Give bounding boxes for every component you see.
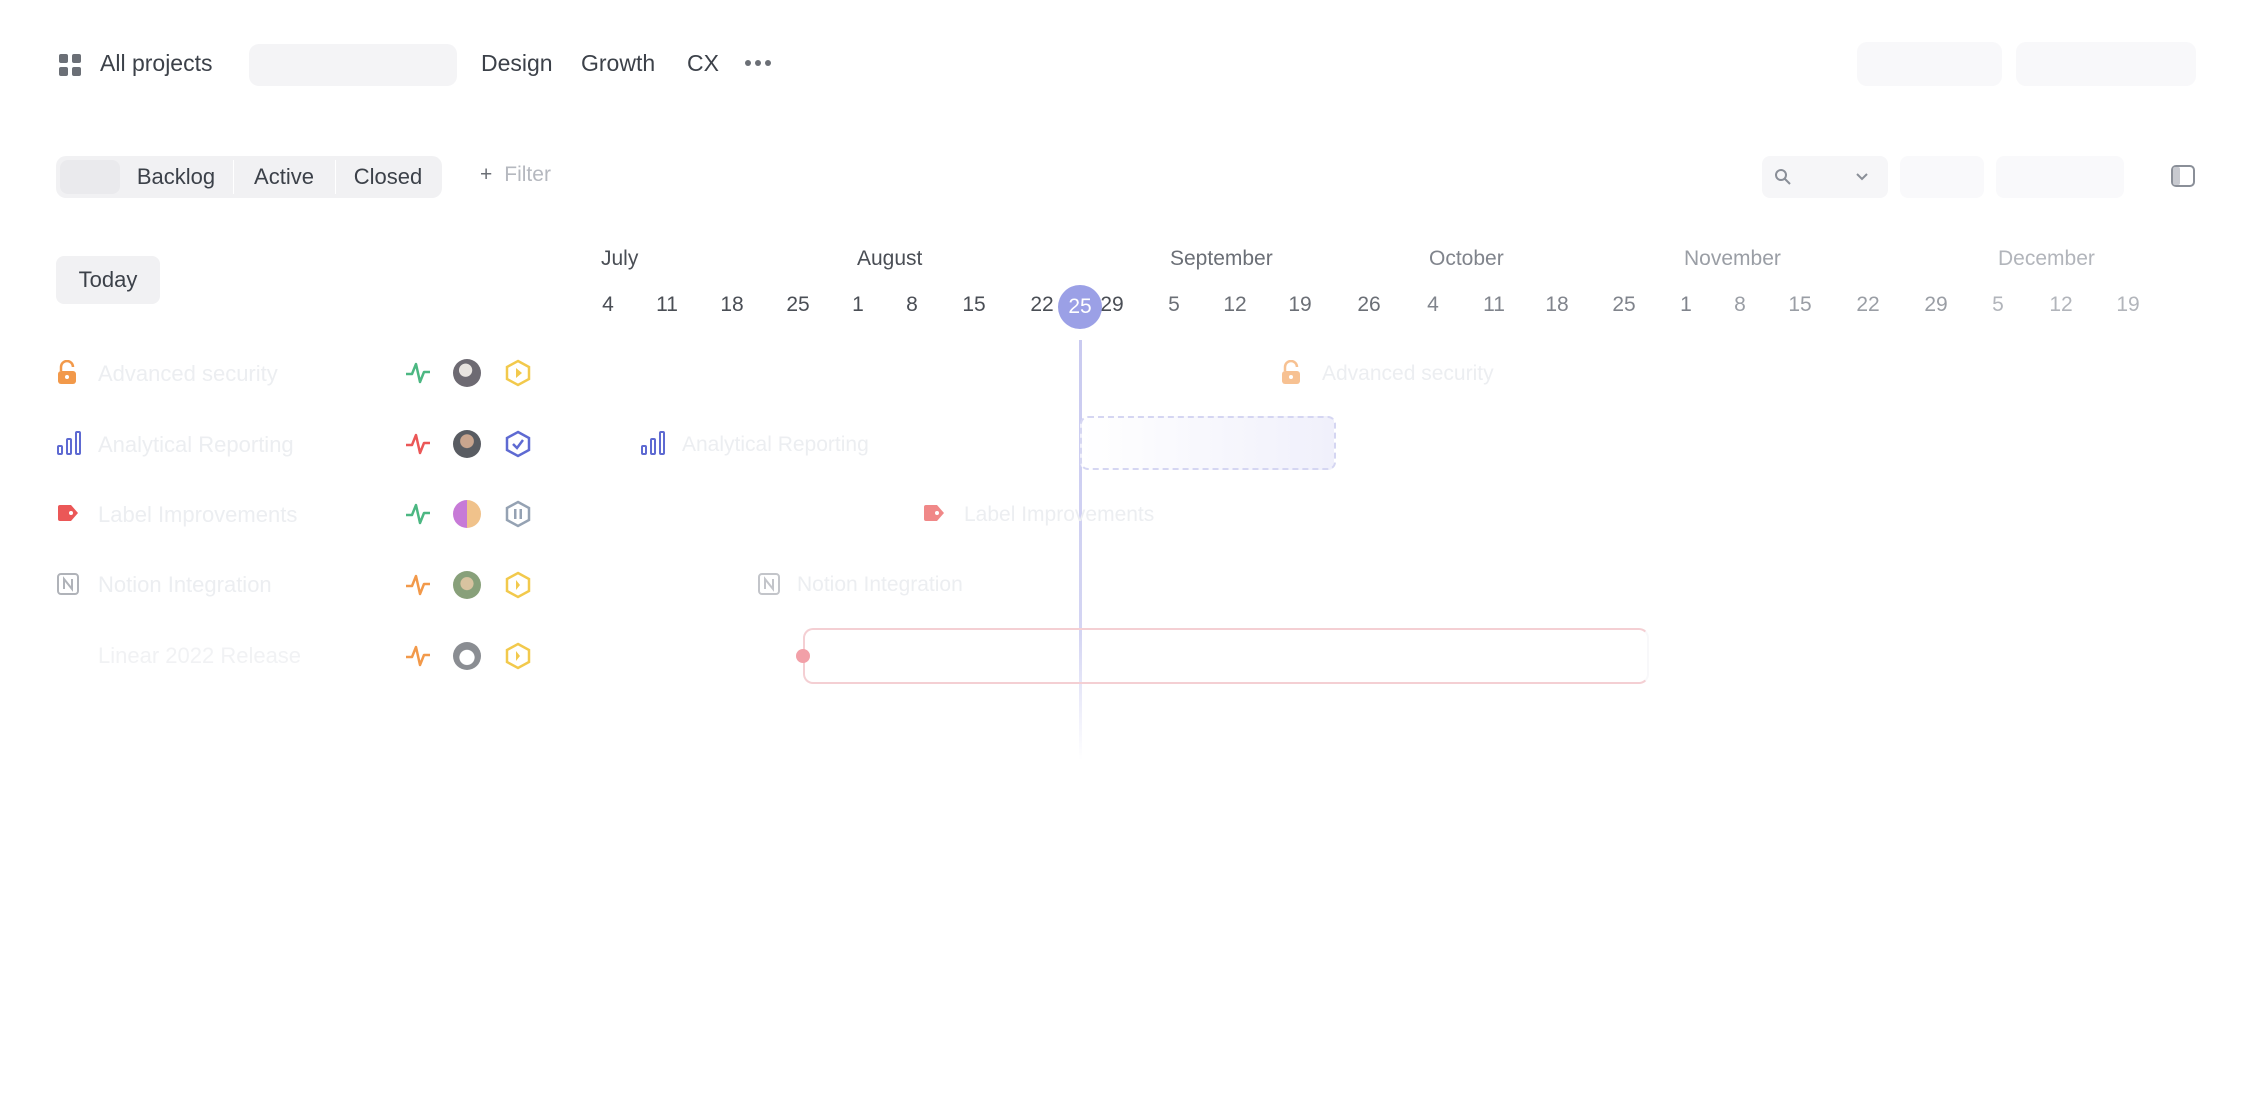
avatar[interactable]	[453, 359, 481, 387]
health-on-track-icon[interactable]	[404, 360, 432, 386]
bar-chart-icon	[641, 431, 665, 455]
today-marker: 25	[1058, 285, 1102, 329]
date-label: 25	[786, 293, 810, 316]
project-name[interactable]: Label Improvements	[98, 500, 297, 530]
month-label: September	[1170, 247, 1273, 270]
tab-growth[interactable]: Growth	[581, 48, 655, 78]
health-at-risk-icon[interactable]	[404, 572, 432, 598]
date-label: 1	[1680, 293, 1692, 316]
date-label: 11	[1483, 293, 1505, 316]
segment-backlog[interactable]: Backlog	[124, 156, 228, 198]
status-in-progress-icon[interactable]	[504, 642, 532, 670]
segment-divider	[233, 160, 234, 194]
label-icon	[924, 505, 944, 521]
filter-button[interactable]: + Filter	[480, 160, 551, 190]
search-icon	[1775, 169, 1791, 185]
timeline-project-label[interactable]: Label Improvements	[964, 500, 1154, 530]
date-label: 25	[1612, 293, 1636, 316]
view-options-button[interactable]	[1996, 156, 2124, 198]
date-label: 12	[2049, 293, 2073, 316]
date-label: 5	[1168, 293, 1180, 316]
bar-chart-icon	[57, 431, 81, 455]
status-paused-icon[interactable]	[504, 500, 532, 528]
today-button[interactable]: Today	[56, 256, 160, 304]
date-label: 1	[852, 293, 864, 316]
display-options-button[interactable]	[1900, 156, 1984, 198]
date-label: 4	[602, 293, 614, 316]
status-in-progress-icon[interactable]	[504, 359, 532, 387]
date-label: 18	[1545, 293, 1569, 316]
grid-icon	[59, 54, 81, 76]
all-projects-label: All projects	[100, 50, 213, 76]
lock-icon	[58, 360, 76, 384]
avatar[interactable]	[453, 500, 481, 528]
lock-icon	[1282, 360, 1300, 384]
date-label: 12	[1223, 293, 1247, 316]
plus-icon: +	[480, 163, 493, 186]
date-label: 11	[656, 293, 678, 316]
date-label: 5	[1992, 293, 2004, 316]
timeline-project-label[interactable]: Notion Integration	[797, 570, 963, 600]
timeline-project-label[interactable]: Analytical Reporting	[682, 430, 869, 460]
date-label: 15	[962, 293, 986, 316]
chevron-down-icon	[1856, 173, 1868, 181]
date-label: 18	[720, 293, 744, 316]
team-selector-placeholder[interactable]	[249, 44, 457, 86]
month-label: November	[1684, 247, 1781, 270]
project-timeline-bar[interactable]	[1080, 416, 1336, 470]
date-label: 26	[1357, 293, 1381, 316]
sidebar-toggle-icon[interactable]	[2170, 164, 2196, 188]
segment-closed[interactable]: Closed	[338, 156, 438, 198]
new-project-button[interactable]	[2016, 42, 2196, 86]
date-label: 22	[1856, 293, 1880, 316]
avatar[interactable]	[453, 642, 481, 670]
date-label: 19	[1288, 293, 1312, 316]
date-label: 15	[1788, 293, 1812, 316]
label-icon	[58, 505, 78, 521]
header-action-button[interactable]	[1857, 42, 2002, 86]
bar-start-handle-icon[interactable]	[796, 649, 810, 663]
project-name[interactable]: Advanced security	[98, 359, 278, 389]
today-line	[1079, 340, 1082, 760]
project-name[interactable]: Linear 2022 Release	[98, 641, 301, 671]
project-name[interactable]: Notion Integration	[98, 570, 272, 600]
date-label: 4	[1427, 293, 1439, 316]
health-off-track-icon[interactable]	[404, 431, 432, 457]
health-on-track-icon[interactable]	[404, 501, 432, 527]
date-label: 29	[1924, 293, 1948, 316]
month-label: July	[601, 247, 639, 270]
segment-all[interactable]	[60, 160, 120, 194]
month-label: August	[857, 247, 923, 270]
health-at-risk-icon[interactable]	[404, 643, 432, 669]
date-label: 8	[1734, 293, 1746, 316]
status-completed-icon[interactable]	[504, 430, 532, 458]
more-icon[interactable]	[744, 58, 772, 68]
segment-active[interactable]: Active	[236, 156, 332, 198]
month-label: October	[1429, 247, 1504, 270]
date-label: 8	[906, 293, 918, 316]
project-timeline-bar[interactable]	[803, 628, 1649, 684]
month-label: December	[1998, 247, 2095, 270]
tab-design[interactable]: Design	[481, 48, 553, 78]
date-label: 19	[2116, 293, 2140, 316]
notion-icon	[758, 573, 780, 595]
tab-cx[interactable]: CX	[687, 48, 719, 78]
segment-divider	[335, 160, 336, 194]
timeline-project-label[interactable]: Advanced security	[1322, 359, 1494, 389]
notion-icon	[57, 573, 79, 595]
avatar[interactable]	[453, 430, 481, 458]
search-dropdown[interactable]	[1762, 156, 1888, 198]
filter-label: Filter	[504, 163, 551, 186]
status-in-progress-icon[interactable]	[504, 571, 532, 599]
avatar[interactable]	[453, 571, 481, 599]
project-name[interactable]: Analytical Reporting	[98, 430, 294, 460]
